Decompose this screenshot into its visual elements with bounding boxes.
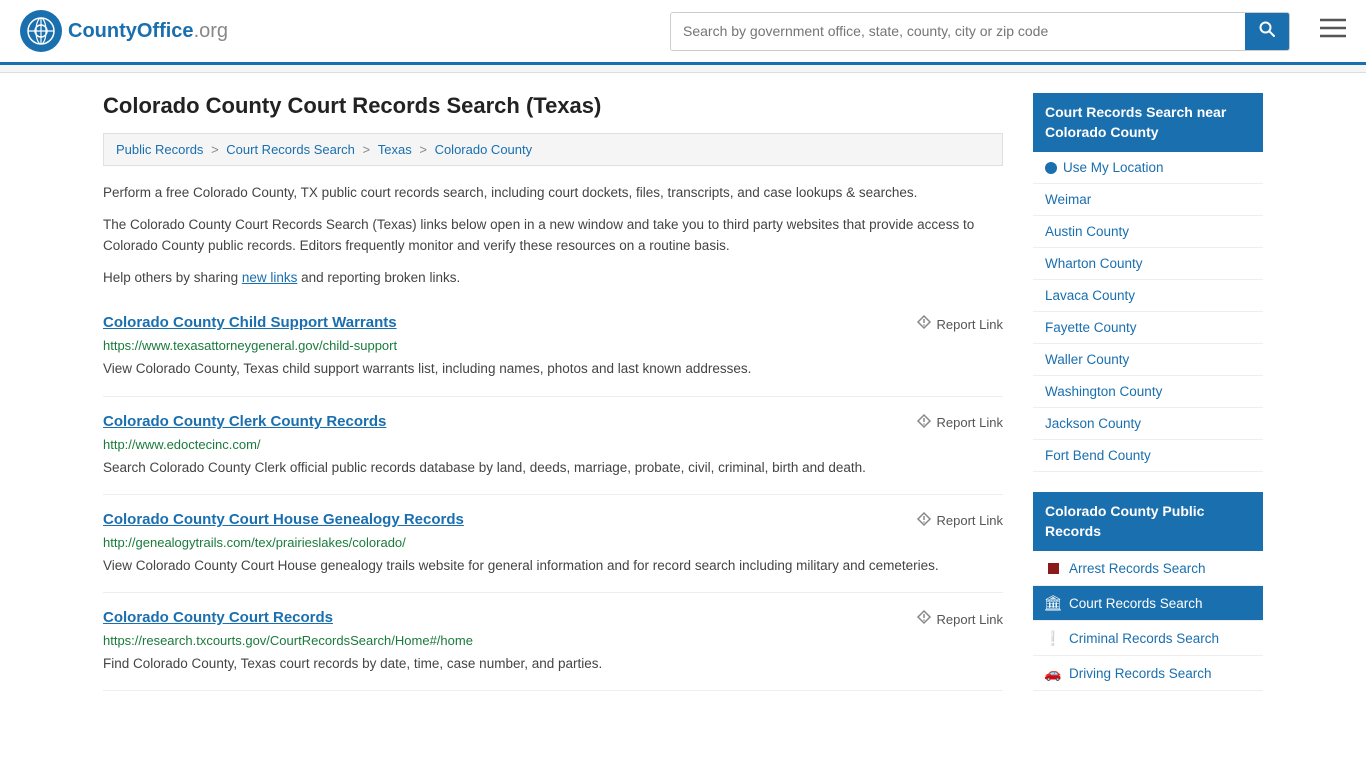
criminal-icon: ❕ bbox=[1045, 630, 1061, 646]
report-link-0[interactable]: Report Link bbox=[916, 314, 1003, 334]
record-entry-1: Colorado County Clerk County Records Rep… bbox=[103, 397, 1003, 495]
sidebar-pr-label-2: Criminal Records Search bbox=[1069, 631, 1219, 646]
record-title-1[interactable]: Colorado County Clerk County Records bbox=[103, 413, 386, 430]
search-button[interactable] bbox=[1245, 13, 1289, 50]
record-url-2[interactable]: http://genealogytrails.com/tex/prairiesl… bbox=[103, 535, 1003, 550]
new-links-link[interactable]: new links bbox=[242, 270, 298, 285]
record-title-2[interactable]: Colorado County Court House Genealogy Re… bbox=[103, 511, 464, 528]
breadcrumb-sep1: > bbox=[211, 142, 222, 157]
records-list: Colorado County Child Support Warrants R… bbox=[103, 298, 1003, 691]
content-area: Colorado County Court Records Search (Te… bbox=[103, 93, 1003, 711]
sidebar-county-6[interactable]: Washington County bbox=[1033, 376, 1263, 408]
record-desc-0: View Colorado County, Texas child suppor… bbox=[103, 359, 1003, 379]
record-title-3[interactable]: Colorado County Court Records bbox=[103, 609, 333, 626]
record-title-row-3: Colorado County Court Records Report Lin… bbox=[103, 609, 1003, 629]
sidebar-nearby-section: Court Records Search near Colorado Count… bbox=[1033, 93, 1263, 472]
breadcrumb-texas[interactable]: Texas bbox=[378, 142, 412, 157]
sidebar-county-1[interactable]: Austin County bbox=[1033, 216, 1263, 248]
menu-icon[interactable] bbox=[1320, 18, 1346, 44]
sidebar-public-records-section: Colorado County Public Records Arrest Re… bbox=[1033, 492, 1263, 691]
record-entry-2: Colorado County Court House Genealogy Re… bbox=[103, 495, 1003, 593]
record-title-0[interactable]: Colorado County Child Support Warrants bbox=[103, 314, 397, 331]
sidebar-county-8[interactable]: Fort Bend County bbox=[1033, 440, 1263, 472]
arrest-icon bbox=[1045, 560, 1061, 576]
intro3-suffix: and reporting broken links. bbox=[297, 270, 460, 285]
sidebar-pr-item-3[interactable]: 🚗 Driving Records Search bbox=[1033, 656, 1263, 691]
location-dot-icon bbox=[1045, 162, 1057, 174]
sidebar-pr-label-0: Arrest Records Search bbox=[1069, 561, 1206, 576]
sidebar-county-2[interactable]: Wharton County bbox=[1033, 248, 1263, 280]
sidebar-county-3[interactable]: Lavaca County bbox=[1033, 280, 1263, 312]
intro-text-1: Perform a free Colorado County, TX publi… bbox=[103, 182, 1003, 204]
report-icon-0 bbox=[916, 314, 932, 334]
report-link-3[interactable]: Report Link bbox=[916, 609, 1003, 629]
sidebar-pr-item-2[interactable]: ❕ Criminal Records Search bbox=[1033, 621, 1263, 656]
record-url-1[interactable]: http://www.edoctecinc.com/ bbox=[103, 437, 1003, 452]
record-entry-3: Colorado County Court Records Report Lin… bbox=[103, 593, 1003, 691]
breadcrumb-sep2: > bbox=[363, 142, 374, 157]
search-bar bbox=[670, 12, 1290, 51]
sidebar-county-4[interactable]: Fayette County bbox=[1033, 312, 1263, 344]
use-location-label: Use My Location bbox=[1063, 160, 1164, 175]
sidebar-pr-item-1[interactable]: 🏛 Court Records Search bbox=[1033, 586, 1263, 621]
court-icon: 🏛 bbox=[1045, 595, 1061, 611]
breadcrumb-court-records[interactable]: Court Records Search bbox=[226, 142, 355, 157]
breadcrumb-public-records[interactable]: Public Records bbox=[116, 142, 203, 157]
public-records-list: Arrest Records Search 🏛 Court Records Sear… bbox=[1033, 551, 1263, 691]
sidebar-county-7[interactable]: Jackson County bbox=[1033, 408, 1263, 440]
record-url-0[interactable]: https://www.texasattorneygeneral.gov/chi… bbox=[103, 338, 1003, 353]
main-layout: Colorado County Court Records Search (Te… bbox=[83, 73, 1283, 731]
breadcrumb: Public Records > Court Records Search > … bbox=[103, 133, 1003, 166]
record-desc-3: Find Colorado County, Texas court record… bbox=[103, 654, 1003, 674]
report-icon-2 bbox=[916, 511, 932, 531]
sidebar: Court Records Search near Colorado Count… bbox=[1033, 93, 1263, 711]
sidebar-pr-item-0[interactable]: Arrest Records Search bbox=[1033, 551, 1263, 586]
sidebar-county-0[interactable]: Weimar bbox=[1033, 184, 1263, 216]
record-title-row-1: Colorado County Clerk County Records Rep… bbox=[103, 413, 1003, 433]
sidebar-pr-label-1: Court Records Search bbox=[1069, 596, 1203, 611]
search-input[interactable] bbox=[671, 13, 1245, 50]
record-desc-2: View Colorado County Court House genealo… bbox=[103, 556, 1003, 576]
sidebar-use-location[interactable]: Use My Location bbox=[1033, 152, 1263, 184]
sidebar-public-records-header: Colorado County Public Records bbox=[1033, 492, 1263, 551]
breadcrumb-sep3: > bbox=[419, 142, 430, 157]
logo-link[interactable]: CountyOffice.org bbox=[20, 10, 228, 52]
driving-icon: 🚗 bbox=[1045, 665, 1061, 681]
report-icon-1 bbox=[916, 413, 932, 433]
logo-text: CountyOffice.org bbox=[68, 20, 228, 43]
record-entry-0: Colorado County Child Support Warrants R… bbox=[103, 298, 1003, 396]
intro-text-2: The Colorado County Court Records Search… bbox=[103, 214, 1003, 257]
page-title: Colorado County Court Records Search (Te… bbox=[103, 93, 1003, 119]
report-link-2[interactable]: Report Link bbox=[916, 511, 1003, 531]
record-title-row-2: Colorado County Court House Genealogy Re… bbox=[103, 511, 1003, 531]
record-title-row-0: Colorado County Child Support Warrants R… bbox=[103, 314, 1003, 334]
record-desc-1: Search Colorado County Clerk official pu… bbox=[103, 458, 1003, 478]
intro-text-3: Help others by sharing new links and rep… bbox=[103, 267, 1003, 289]
intro3-prefix: Help others by sharing bbox=[103, 270, 242, 285]
report-link-1[interactable]: Report Link bbox=[916, 413, 1003, 433]
sub-nav bbox=[0, 65, 1366, 73]
record-url-3[interactable]: https://research.txcourts.gov/CourtRecor… bbox=[103, 633, 1003, 648]
sidebar-county-5[interactable]: Waller County bbox=[1033, 344, 1263, 376]
sidebar-pr-label-3: Driving Records Search bbox=[1069, 666, 1212, 681]
report-icon-3 bbox=[916, 609, 932, 629]
logo-icon bbox=[20, 10, 62, 52]
nearby-counties-list: WeimarAustin CountyWharton CountyLavaca … bbox=[1033, 184, 1263, 472]
header: CountyOffice.org bbox=[0, 0, 1366, 65]
sidebar-nearby-header: Court Records Search near Colorado Count… bbox=[1033, 93, 1263, 152]
breadcrumb-colorado-county[interactable]: Colorado County bbox=[435, 142, 533, 157]
